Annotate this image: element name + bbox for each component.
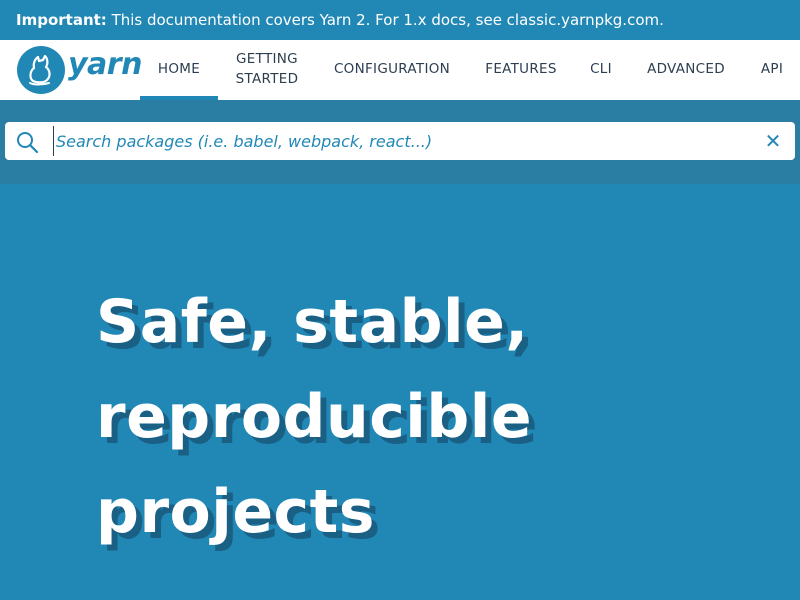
banner-important-label: Important: <box>16 11 107 29</box>
nav-item-cli[interactable]: CLI <box>584 40 618 100</box>
nav-item-label: CONFIGURATION <box>333 61 451 78</box>
nav-item-api[interactable]: API <box>756 40 788 100</box>
nav-item-label: GETTING STARTED <box>235 51 299 87</box>
top-navigation: yarn HOME GETTING STARTED CONFIGURATION … <box>0 40 800 100</box>
nav-item-label: HOME <box>157 61 201 78</box>
nav-item-features[interactable]: FEATURES <box>480 40 562 100</box>
package-search-input[interactable] <box>53 126 746 156</box>
yarn-wordmark: yarn <box>68 47 142 82</box>
docs-version-banner: Important: This documentation covers Yar… <box>0 0 800 40</box>
hero-title-line: reproducible <box>96 382 533 452</box>
search-icon <box>17 132 39 154</box>
yarn-logo[interactable]: yarn <box>16 45 142 95</box>
banner-text: This documentation covers Yarn 2. For 1.… <box>106 11 664 29</box>
nav-item-advanced[interactable]: ADVANCED <box>642 40 730 100</box>
nav-item-label: CLI <box>590 61 612 78</box>
hero-title: Safe, stable, reproducible projects <box>96 275 736 560</box>
search-bar-section: ✕ <box>0 100 800 184</box>
hero-title-line: Safe, stable, <box>96 287 529 357</box>
nav-item-label: API <box>760 61 784 78</box>
nav-item-getting-started[interactable]: GETTING STARTED <box>226 40 308 100</box>
nav-item-label: ADVANCED <box>647 61 725 78</box>
hero-title-line: projects <box>96 477 375 547</box>
nav-item-label: FEATURES <box>485 61 557 78</box>
nav-item-configuration[interactable]: CONFIGURATION <box>328 40 456 100</box>
close-icon[interactable]: ✕ <box>763 131 783 151</box>
nav-item-home[interactable]: HOME <box>140 40 218 100</box>
search-box: ✕ <box>5 122 795 160</box>
